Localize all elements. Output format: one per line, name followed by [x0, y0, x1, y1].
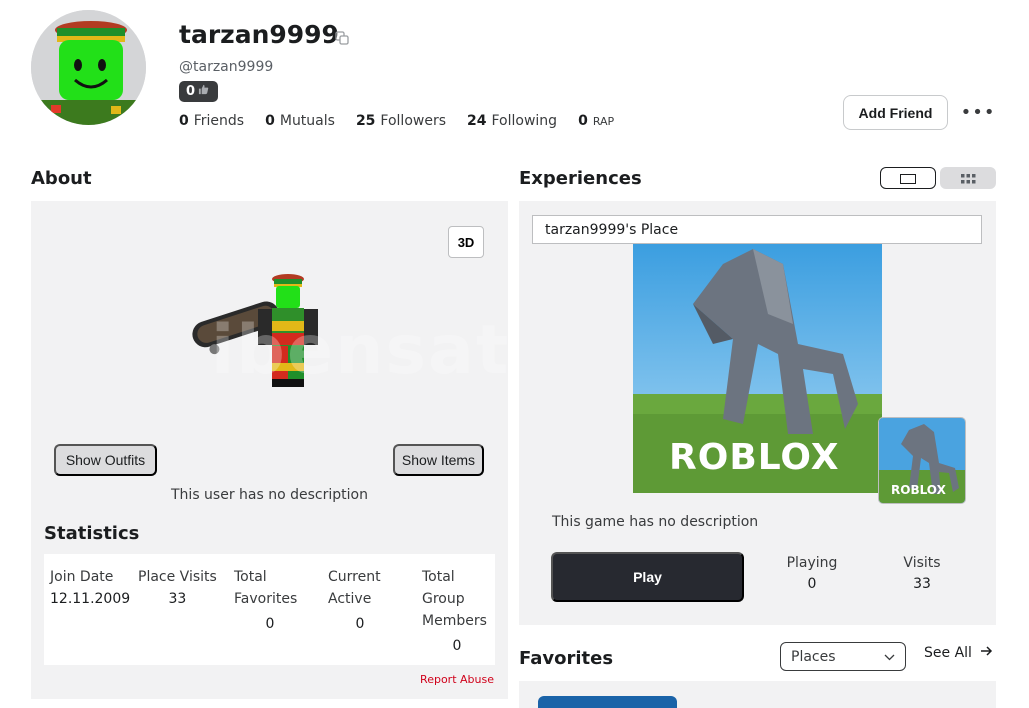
favorites-filter-value: Places	[791, 648, 836, 665]
list-view-icon	[900, 169, 916, 188]
visits-label: Visits	[903, 555, 941, 571]
playing-value: 0	[807, 576, 817, 592]
stat-following[interactable]: 24 Following	[467, 113, 557, 129]
game-description: This game has no description	[552, 514, 759, 530]
stat-label: Total Favorites	[234, 569, 298, 607]
stat-value: 25	[355, 113, 376, 129]
experiences-title: Experiences	[519, 168, 642, 189]
see-all-link[interactable]: See All	[924, 645, 993, 661]
stat-value: 0	[355, 616, 365, 632]
stat-label: RAP	[592, 115, 615, 128]
favorites-panel	[519, 681, 996, 708]
playing-label: Playing	[786, 555, 838, 571]
arrow-right-icon	[980, 645, 993, 661]
add-friend-button[interactable]: Add Friend	[843, 95, 948, 130]
stat-value: 33	[168, 591, 187, 607]
profile-stats: 0 Friends 0 Mutuals 25 Followers 24 Foll…	[179, 113, 614, 129]
stat-place-visits: Place Visits 33	[138, 566, 217, 610]
user-description: This user has no description	[171, 487, 368, 503]
profile-avatar[interactable]	[31, 10, 146, 125]
stat-friends[interactable]: 0 Friends	[179, 113, 244, 129]
thumbs-up-icon	[198, 84, 209, 99]
stat-value: 0	[265, 616, 275, 632]
stat-label: Friends	[193, 113, 245, 129]
favorites-filter-select[interactable]: Places	[780, 642, 906, 671]
see-all-label: See All	[924, 645, 972, 661]
stat-value: 0	[452, 638, 462, 654]
play-button[interactable]: Play	[551, 552, 744, 602]
playing-stat: Playing 0	[772, 553, 852, 595]
chevron-down-icon	[884, 649, 895, 665]
stat-label: Mutuals	[279, 113, 335, 129]
stat-join-date: Join Date 12.11.2009	[50, 566, 130, 610]
more-options-icon[interactable]: •••	[961, 100, 995, 124]
profile-handle: @tarzan9999	[179, 59, 274, 75]
reputation-value: 0	[186, 84, 196, 99]
stat-total-group-members: Total Group Members 0	[422, 566, 492, 657]
roblox-logo-small: ROBLOX	[891, 483, 946, 497]
stat-label: Following	[491, 113, 558, 129]
visits-value: 33	[913, 576, 931, 592]
stat-label: Followers	[380, 113, 446, 129]
favorites-title: Favorites	[519, 648, 614, 669]
show-outfits-button[interactable]: Show Outfits	[54, 444, 157, 476]
statistics-box: Join Date 12.11.2009 Place Visits 33 Tot…	[44, 554, 495, 665]
stat-label: Total Group Members	[422, 569, 487, 629]
about-title: About	[31, 168, 92, 189]
copy-icon[interactable]	[334, 30, 350, 46]
stat-label: Join Date	[50, 569, 114, 585]
report-abuse-link[interactable]: Report Abuse	[420, 673, 494, 686]
stat-value: 0	[179, 113, 189, 129]
place-title[interactable]: tarzan9999's Place	[532, 215, 982, 244]
stat-label: Current Active	[328, 569, 381, 607]
reputation-badge: 0	[179, 81, 218, 102]
experiences-panel: tarzan9999's Place ROBLOX ROBLOX This ga…	[519, 201, 996, 625]
statistics-title: Statistics	[44, 523, 140, 544]
roblox-logo: ROBLOX	[669, 437, 840, 478]
stat-label: Place Visits	[138, 569, 217, 585]
grid-view-icon	[960, 169, 976, 188]
visits-stat: Visits 33	[882, 553, 962, 595]
stat-current-active: Current Active 0	[328, 566, 392, 635]
list-view-toggle[interactable]	[880, 167, 936, 189]
stat-followers[interactable]: 25 Followers	[356, 113, 446, 129]
stat-mutuals[interactable]: 0 Mutuals	[265, 113, 335, 129]
grid-view-toggle[interactable]	[940, 167, 996, 189]
stat-value: 0	[578, 113, 588, 129]
favorite-item-card[interactable]	[538, 696, 677, 708]
avatar-3d-view[interactable]	[188, 271, 338, 401]
stat-total-favorites: Total Favorites 0	[234, 566, 306, 635]
show-items-button[interactable]: Show Items	[393, 444, 484, 476]
stat-rap: 0 RAP	[578, 113, 614, 129]
stat-value: 0	[265, 113, 275, 129]
about-panel: 3D ibensatis Show Outfits Show Items Thi…	[31, 201, 576, 699]
profile-display-name: tarzan9999	[179, 20, 339, 49]
stat-value: 24	[467, 113, 487, 129]
stat-value: 12.11.2009	[50, 591, 131, 607]
toggle-3d-button[interactable]: 3D	[448, 226, 484, 258]
